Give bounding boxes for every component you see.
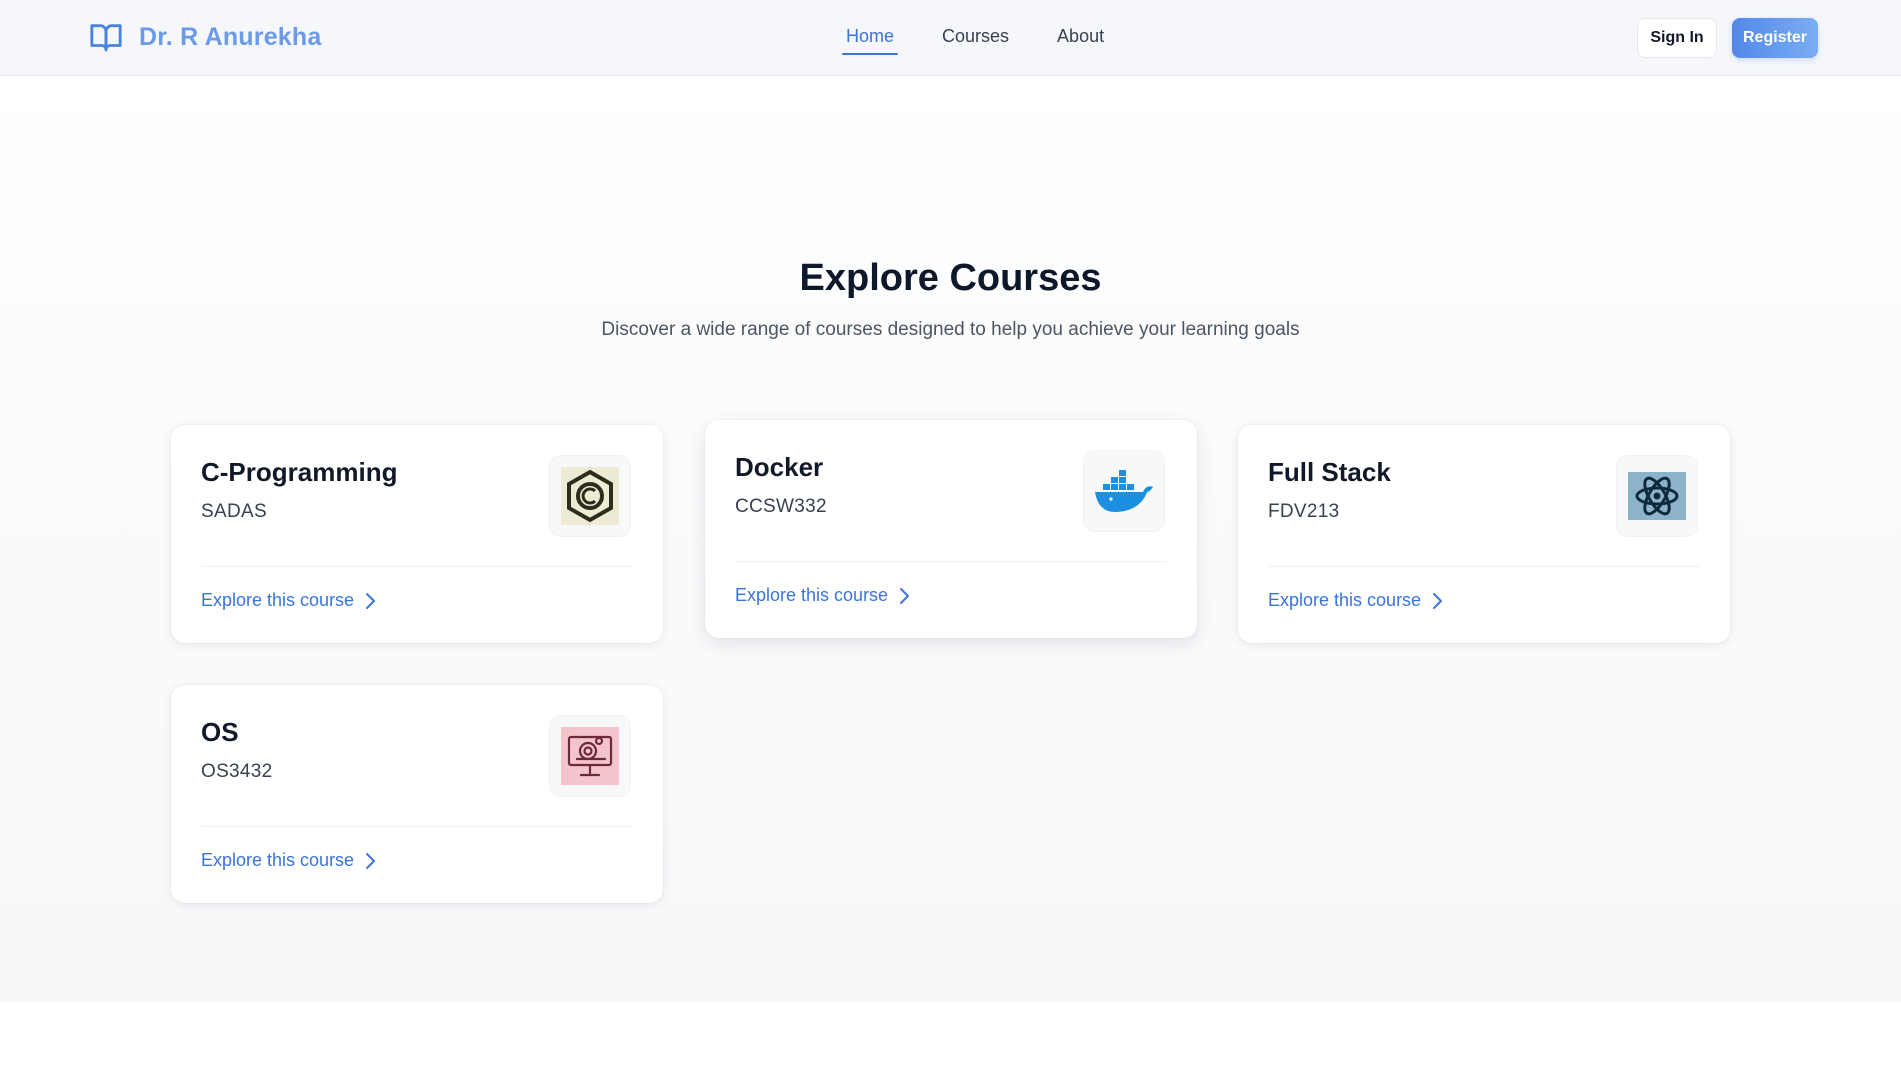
course-title: Full Stack [1268, 457, 1391, 487]
course-card[interactable]: OS OS3432 Explore this course [171, 685, 663, 903]
register-button[interactable]: Register [1732, 18, 1818, 58]
course-title: Docker [735, 452, 824, 482]
card-divider [201, 566, 633, 567]
navbar: Dr. R Anurekha Home Courses About Sign I… [0, 0, 1901, 76]
chevron-right-icon [1433, 592, 1443, 609]
course-code: SADAS [201, 501, 267, 522]
page-title: Explore Courses [799, 257, 1102, 299]
explore-course-link[interactable]: Explore this course [201, 850, 376, 871]
courses-section: Explore Courses Discover a wide range of… [0, 77, 1901, 1003]
course-title: OS [201, 717, 239, 747]
course-title: C-Programming [201, 457, 398, 487]
explore-course-link[interactable]: Explore this course [735, 585, 910, 606]
brand[interactable]: Dr. R Anurekha [89, 20, 321, 54]
course-card[interactable]: Full Stack FDV213 Explore this course [1238, 425, 1730, 643]
page-subtitle: Discover a wide range of courses designe… [601, 319, 1300, 340]
card-divider [1268, 566, 1700, 567]
explore-course-link[interactable]: Explore this course [201, 590, 376, 611]
docker-whale-icon [1095, 470, 1153, 512]
explore-link-label: Explore this course [1268, 590, 1422, 610]
card-divider [735, 561, 1167, 562]
explore-link-label: Explore this course [735, 585, 889, 605]
nav-link-home[interactable]: Home [842, 26, 899, 55]
sign-in-button[interactable]: Sign In [1637, 18, 1717, 58]
explore-link-label: Explore this course [201, 850, 355, 870]
explore-course-link[interactable]: Explore this course [1268, 590, 1443, 611]
chevron-right-icon [900, 587, 910, 604]
course-code: OS3432 [201, 761, 273, 782]
c-language-hexagon-icon [561, 467, 619, 525]
card-divider [201, 826, 633, 827]
computer-monitor-icon [561, 727, 619, 785]
course-icon-box [549, 455, 631, 537]
chevron-right-icon [366, 852, 376, 869]
course-icon-box [549, 715, 631, 797]
course-card[interactable]: Docker CCSW332 Explore this course [705, 420, 1197, 638]
main-nav: Home Courses About [842, 26, 1148, 55]
course-icon-box [1616, 455, 1698, 537]
course-card[interactable]: C-Programming SADAS Explore this course [171, 425, 663, 643]
open-book-icon [90, 24, 122, 52]
course-code: FDV213 [1268, 501, 1340, 522]
brand-name: Dr. R Anurekha [139, 22, 322, 51]
course-code: CCSW332 [735, 496, 827, 517]
nav-link-courses[interactable]: Courses [938, 26, 1013, 53]
nav-link-about[interactable]: About [1053, 26, 1108, 53]
course-icon-box [1083, 450, 1165, 532]
explore-link-label: Explore this course [201, 590, 355, 610]
react-atom-icon [1628, 472, 1686, 520]
chevron-right-icon [366, 592, 376, 609]
